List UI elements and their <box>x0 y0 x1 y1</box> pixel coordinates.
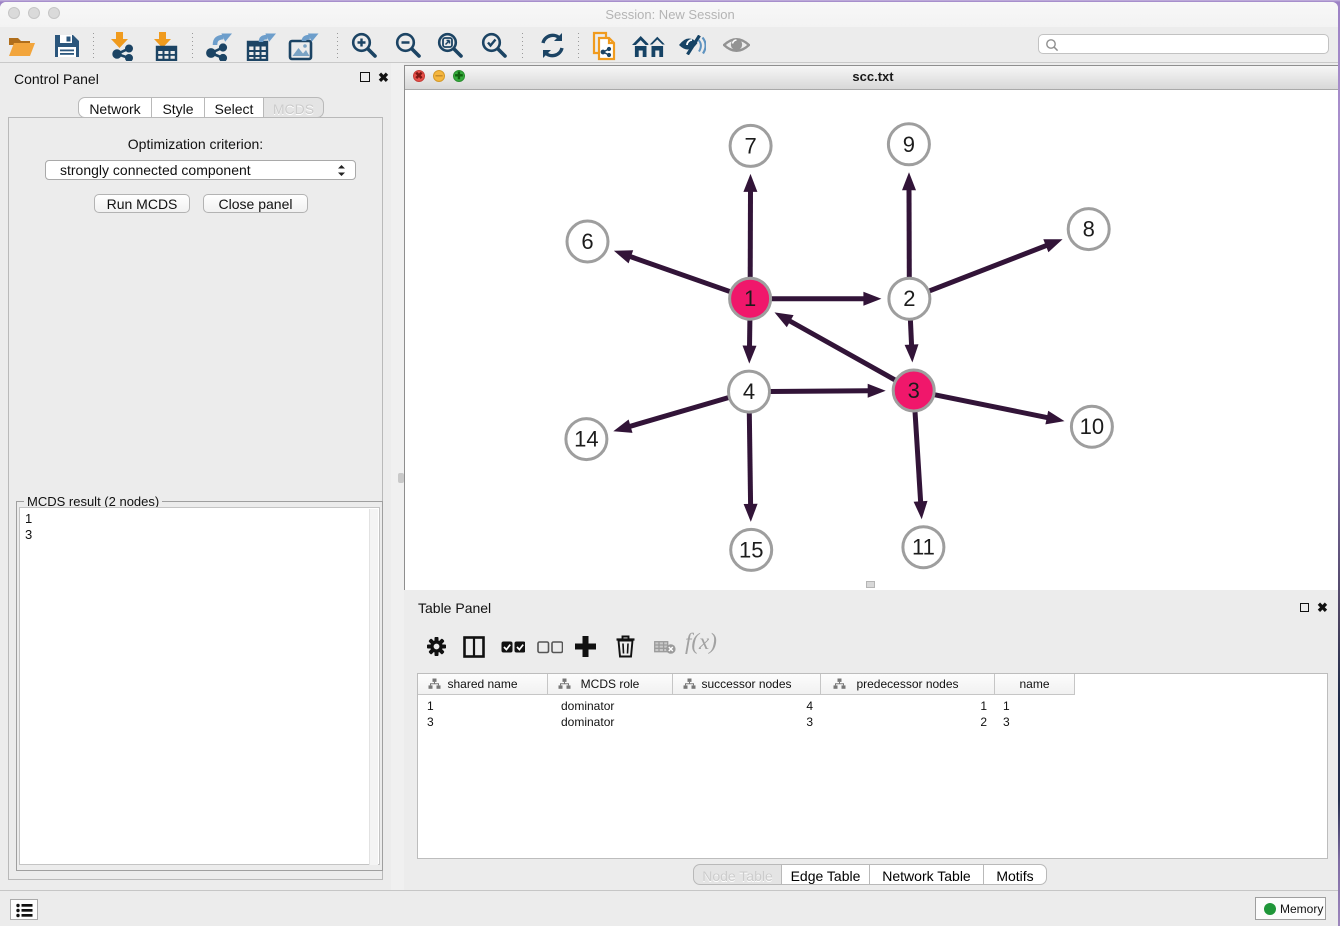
svg-text:15: 15 <box>739 537 763 562</box>
svg-text:14: 14 <box>574 427 598 452</box>
svg-text:1: 1 <box>744 286 756 311</box>
svg-text:11: 11 <box>912 535 935 560</box>
svg-text:2: 2 <box>903 286 915 311</box>
svg-text:6: 6 <box>581 229 593 254</box>
svg-text:3: 3 <box>908 378 920 403</box>
svg-text:9: 9 <box>903 132 915 157</box>
svg-text:7: 7 <box>744 133 756 158</box>
svg-text:10: 10 <box>1080 414 1104 439</box>
svg-text:8: 8 <box>1083 217 1095 242</box>
svg-text:4: 4 <box>743 379 755 404</box>
